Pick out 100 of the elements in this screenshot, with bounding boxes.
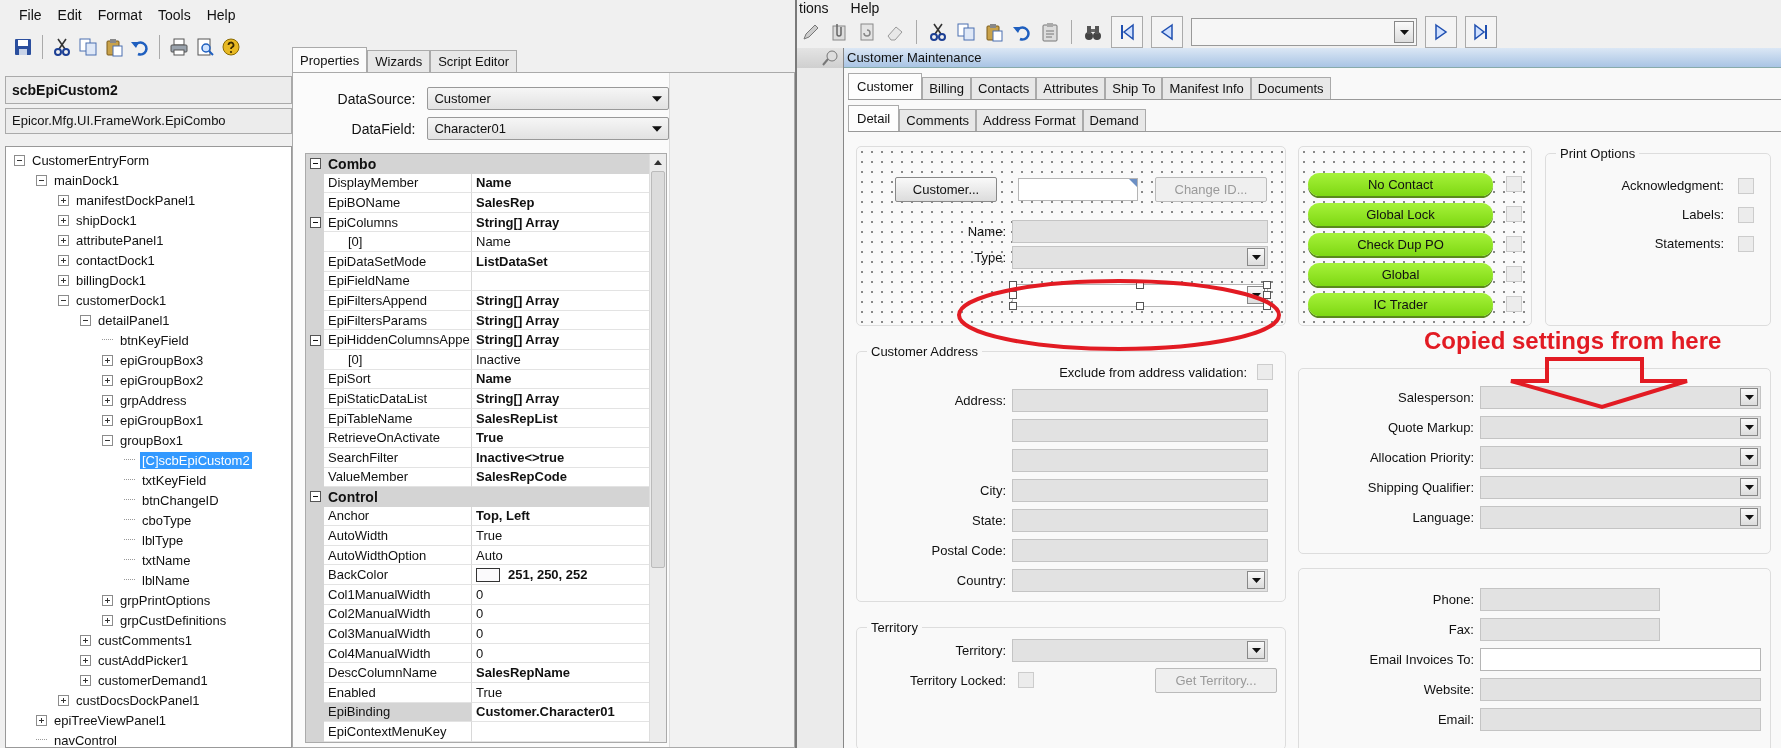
menu-item[interactable]: Help bbox=[206, 7, 236, 23]
property-name[interactable]: EpiFiltersParams bbox=[324, 310, 472, 331]
property-value[interactable]: True bbox=[476, 684, 503, 700]
tree-item[interactable]: epiGroupBox1 bbox=[118, 411, 206, 429]
property-value[interactable]: Name bbox=[476, 175, 512, 191]
property-name[interactable]: Enabled bbox=[324, 683, 472, 703]
copy-icon[interactable] bbox=[956, 22, 976, 42]
property-name[interactable]: Col3ManualWidth bbox=[324, 624, 472, 644]
property-name[interactable]: Col4ManualWidth bbox=[324, 643, 472, 664]
property-name[interactable]: DescColumnName bbox=[324, 663, 472, 684]
tree-item[interactable]: billingDock1 bbox=[74, 271, 149, 289]
tree-item[interactable]: btnKeyField bbox=[118, 331, 191, 349]
property-name[interactable]: AutoWidth bbox=[324, 526, 472, 546]
expand-icon[interactable] bbox=[58, 214, 69, 226]
tree-item[interactable]: custDocsDockPanel1 bbox=[74, 691, 202, 709]
tab[interactable]: Manifest Info bbox=[1162, 77, 1251, 99]
property-name[interactable]: [0] bbox=[324, 232, 472, 252]
menu-item[interactable]: tions bbox=[799, 0, 829, 16]
status-button[interactable]: Global bbox=[1308, 262, 1493, 286]
property-value[interactable]: SalesRepList bbox=[476, 410, 558, 426]
tree-item[interactable]: lblType bbox=[140, 531, 186, 549]
tree-item[interactable]: manifestDockPanel1 bbox=[74, 191, 198, 209]
checkbox[interactable] bbox=[1257, 364, 1273, 380]
property-name[interactable]: EpiSort bbox=[324, 369, 472, 390]
property-name[interactable]: EpiBOName bbox=[324, 193, 472, 213]
property-name[interactable]: [0] bbox=[324, 349, 472, 370]
copy-icon[interactable] bbox=[78, 37, 98, 57]
tab[interactable]: Detail bbox=[848, 105, 900, 131]
tree-item[interactable]: epiGroupBox2 bbox=[118, 371, 206, 389]
save-icon[interactable] bbox=[13, 37, 33, 57]
property-value[interactable]: 0 bbox=[476, 626, 484, 642]
cut-icon[interactable] bbox=[928, 22, 948, 42]
checkbox[interactable] bbox=[1738, 206, 1754, 223]
tree-item[interactable]: detailPanel1 bbox=[96, 311, 172, 329]
category-header[interactable]: Control bbox=[324, 487, 649, 507]
resize-handle[interactable] bbox=[1263, 301, 1271, 310]
property-name[interactable]: DisplayMember bbox=[324, 173, 472, 194]
tab[interactable]: Wizards bbox=[367, 50, 431, 72]
menu-item[interactable]: Tools bbox=[158, 7, 191, 23]
expand-icon[interactable] bbox=[58, 274, 69, 286]
status-button[interactable]: No Contact bbox=[1308, 172, 1493, 196]
property-value[interactable]: SalesRepCode bbox=[476, 469, 568, 485]
property-name[interactable]: Col1ManualWidth bbox=[324, 585, 472, 605]
document-refresh-icon[interactable] bbox=[857, 22, 877, 42]
expand-icon[interactable] bbox=[102, 614, 113, 626]
property-value[interactable]: ListDataSet bbox=[476, 253, 548, 269]
checkbox[interactable] bbox=[1506, 296, 1522, 312]
expand-icon[interactable] bbox=[102, 374, 113, 386]
expand-icon[interactable] bbox=[58, 194, 69, 206]
resize-handle[interactable] bbox=[1263, 291, 1271, 299]
print-icon[interactable] bbox=[169, 37, 189, 57]
property-name[interactable]: AutoWidthOption bbox=[324, 545, 472, 566]
customer-button[interactable]: Customer... bbox=[895, 176, 997, 202]
property-value[interactable]: String[] Array bbox=[476, 332, 560, 348]
property-value[interactable]: Customer.Character01 bbox=[476, 704, 615, 720]
property-value[interactable]: 0 bbox=[476, 606, 484, 622]
category-header[interactable]: Combo bbox=[324, 154, 649, 174]
status-button[interactable]: Check Dup PO bbox=[1308, 232, 1493, 256]
expand-icon[interactable] bbox=[102, 354, 113, 366]
tab[interactable]: Demand bbox=[1082, 109, 1146, 131]
property-value[interactable]: True bbox=[476, 430, 504, 446]
key-field[interactable] bbox=[1018, 177, 1138, 201]
property-value[interactable]: SalesRepName bbox=[476, 665, 570, 681]
collapse-icon[interactable] bbox=[36, 174, 47, 186]
property-name[interactable]: EpiTableName bbox=[324, 408, 472, 429]
pencil-icon[interactable] bbox=[801, 22, 821, 42]
property-value[interactable]: True bbox=[476, 528, 503, 544]
tab[interactable]: Attributes bbox=[1036, 77, 1106, 99]
tree-item[interactable]: CustomerEntryForm bbox=[30, 151, 152, 169]
text-field[interactable] bbox=[1480, 647, 1761, 671]
expand-icon[interactable] bbox=[58, 254, 69, 266]
expand-icon[interactable] bbox=[58, 234, 69, 246]
property-value[interactable]: String[] Array bbox=[476, 312, 560, 328]
tree-item[interactable]: grpCustDefinitions bbox=[118, 611, 229, 629]
tree-item[interactable]: epiGroupBox3 bbox=[118, 351, 206, 369]
tree-item[interactable]: epiTreeViewPanel1 bbox=[52, 711, 169, 729]
property-value[interactable]: String[] Array bbox=[476, 292, 560, 308]
tree-item[interactable]: grpPrintOptions bbox=[118, 591, 213, 609]
tree-item[interactable]: contactDock1 bbox=[74, 251, 157, 269]
collapse-icon[interactable] bbox=[309, 217, 321, 229]
collapse-icon[interactable] bbox=[309, 491, 321, 503]
next-record-button[interactable] bbox=[1425, 16, 1457, 48]
cut-icon[interactable] bbox=[52, 37, 72, 57]
property-value[interactable]: Name bbox=[476, 371, 512, 387]
tab[interactable]: Properties bbox=[292, 47, 368, 72]
checkbox[interactable] bbox=[1738, 235, 1754, 252]
checkbox[interactable] bbox=[1506, 236, 1522, 252]
print-preview-icon[interactable] bbox=[195, 37, 215, 57]
tree-item[interactable]: groupBox1 bbox=[118, 431, 185, 449]
resize-handle[interactable] bbox=[1136, 301, 1144, 310]
checkbox[interactable] bbox=[1018, 672, 1034, 688]
resize-handle[interactable] bbox=[1009, 280, 1017, 289]
property-name[interactable]: EpiContextMenuKey bbox=[324, 722, 472, 742]
tab[interactable]: Ship To bbox=[1105, 77, 1163, 99]
property-value[interactable]: 0 bbox=[476, 645, 484, 661]
tree-item[interactable]: custComments1 bbox=[96, 631, 194, 649]
property-name[interactable]: EpiFiltersAppend bbox=[324, 291, 472, 311]
property-name[interactable]: EpiStaticDataList bbox=[324, 389, 472, 409]
tree-item[interactable]: custAddPicker1 bbox=[96, 651, 191, 669]
tree-item[interactable]: customerDock1 bbox=[74, 291, 169, 309]
